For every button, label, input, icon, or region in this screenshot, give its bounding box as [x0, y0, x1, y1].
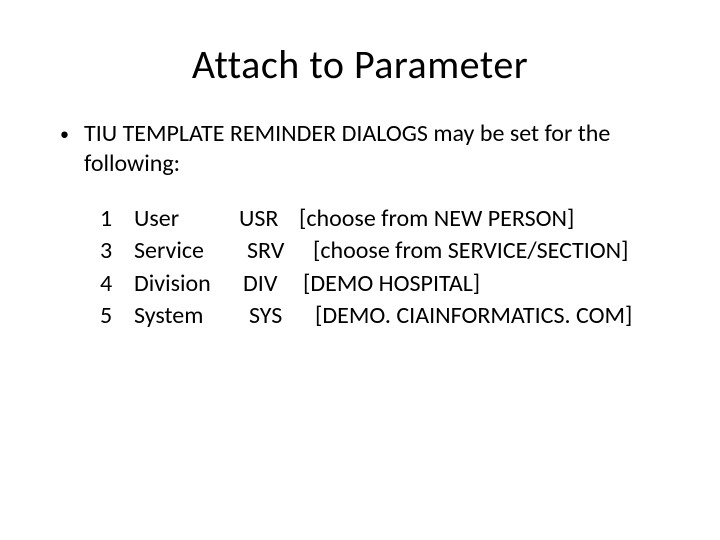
- row-code: SRV: [239, 235, 307, 267]
- row-number: 1: [100, 203, 134, 235]
- row-name: System: [134, 300, 239, 332]
- row-desc: [choose from NEW PERSON]: [299, 203, 680, 235]
- row-code: SYS: [239, 300, 309, 332]
- row-desc: [DEMO. CIAINFORMATICS. COM]: [309, 300, 680, 332]
- row-desc: [DEMO HOSPITAL]: [303, 268, 680, 300]
- row-desc: [choose from SERVICE/SECTION]: [307, 235, 680, 267]
- row-name: User: [134, 203, 239, 235]
- bullet-dot: •: [60, 119, 84, 149]
- parameter-list: 1 User USR [choose from NEW PERSON] 3 Se…: [100, 203, 680, 333]
- row-code: DIV: [239, 268, 303, 300]
- slide-title: Attach to Parameter: [40, 40, 680, 89]
- row-name: Service: [134, 235, 239, 267]
- bullet-item: • TIU TEMPLATE REMINDER DIALOGS may be s…: [60, 119, 680, 179]
- list-item: 3 Service SRV [choose from SERVICE/SECTI…: [100, 235, 680, 267]
- row-name: Division: [134, 268, 239, 300]
- list-item: 5 System SYS [DEMO. CIAINFORMATICS. COM]: [100, 300, 680, 332]
- bullet-text: TIU TEMPLATE REMINDER DIALOGS may be set…: [84, 119, 680, 179]
- list-item: 1 User USR [choose from NEW PERSON]: [100, 203, 680, 235]
- row-number: 4: [100, 268, 134, 300]
- list-item: 4 Division DIV [DEMO HOSPITAL]: [100, 268, 680, 300]
- row-code: USR: [239, 203, 299, 235]
- row-number: 5: [100, 300, 134, 332]
- slide: Attach to Parameter • TIU TEMPLATE REMIN…: [0, 0, 720, 540]
- row-number: 3: [100, 235, 134, 267]
